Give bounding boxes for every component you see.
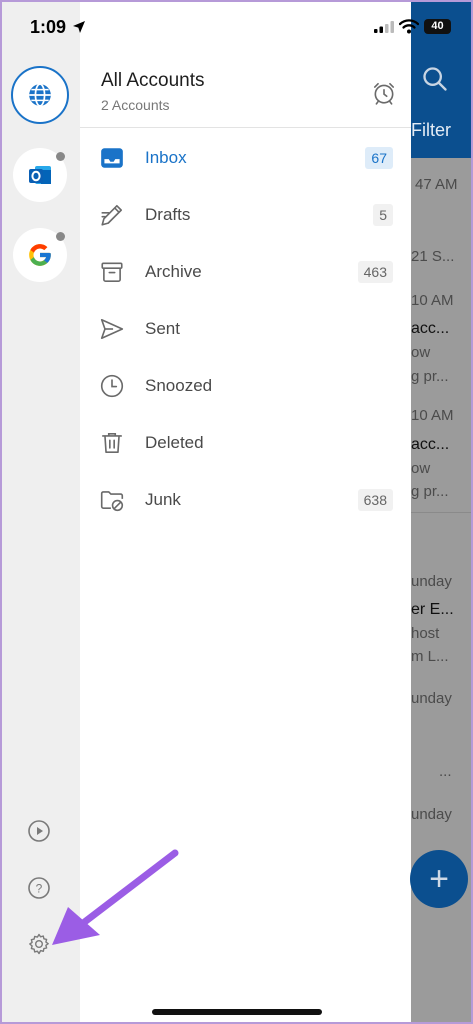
mail-time: 10 AM	[411, 407, 454, 424]
mail-subject: acc...	[411, 436, 450, 453]
mail-snippet: 21 S...	[411, 248, 455, 265]
clock-icon	[100, 374, 124, 398]
filter-button[interactable]: Filter	[411, 120, 451, 141]
home-indicator	[152, 1009, 322, 1015]
mail-snippet: ow	[411, 344, 431, 361]
mail-time: 47 AM	[415, 176, 458, 193]
archive-icon	[101, 262, 123, 283]
search-icon[interactable]	[421, 65, 449, 93]
folder-label: Drafts	[145, 204, 191, 224]
wifi-icon	[399, 19, 419, 34]
folder-inbox[interactable]: Inbox 67	[80, 129, 411, 186]
location-arrow-icon	[73, 21, 85, 33]
drawer-title: All Accounts	[101, 70, 205, 91]
mail-divider	[411, 512, 473, 513]
unread-dot	[56, 152, 65, 161]
play-icon[interactable]	[27, 819, 51, 843]
folder-label: Junk	[145, 489, 181, 509]
mail-date: unday	[411, 690, 452, 707]
pencil-icon	[101, 204, 123, 226]
drawer-subtitle: 2 Accounts	[101, 97, 170, 113]
folder-snoozed[interactable]: Snoozed	[80, 357, 411, 414]
mail-date: unday	[411, 806, 452, 823]
folder-count: 463	[357, 260, 393, 283]
status-bar: 1:09	[0, 0, 419, 52]
folder-label: Inbox	[145, 147, 187, 167]
folder-label: Archive	[145, 261, 202, 281]
mail-snippet: ow	[411, 460, 431, 477]
mail-date: unday	[411, 573, 452, 590]
mail-snippet: m L...	[411, 648, 449, 665]
folder-sent[interactable]: Sent	[80, 300, 411, 357]
folder-label: Deleted	[145, 432, 204, 452]
unread-dot	[56, 232, 65, 241]
folder-label: Snoozed	[145, 375, 213, 395]
outlook-account-button[interactable]	[13, 148, 67, 202]
mail-subject: er E...	[411, 601, 454, 618]
mail-subject: acc...	[411, 320, 450, 337]
annotation-arrow	[52, 849, 179, 945]
inbox-icon	[101, 148, 123, 168]
trash-icon	[101, 432, 123, 454]
battery-indicator: 40	[424, 19, 451, 34]
folder-count: 5	[373, 203, 393, 226]
folder-count: 638	[357, 488, 393, 511]
folder-drafts[interactable]: Drafts 5	[80, 186, 411, 243]
folder-junk[interactable]: Junk 638	[80, 471, 411, 528]
mail-snippet: g pr...	[411, 368, 449, 385]
outlook-icon	[29, 166, 51, 184]
mail-time: 10 AM	[411, 292, 454, 309]
folder-archive[interactable]: Archive 463	[80, 243, 411, 300]
all-accounts-button[interactable]	[11, 66, 69, 124]
folder-label: Sent	[145, 318, 180, 338]
mail-more: ...	[439, 763, 452, 780]
compose-button[interactable]: +	[410, 850, 468, 908]
folder-deleted[interactable]: Deleted	[80, 414, 411, 471]
alarm-icon[interactable]	[371, 80, 397, 106]
globe-icon	[29, 83, 51, 107]
google-icon	[29, 244, 51, 266]
drawer-divider	[80, 127, 411, 128]
status-time: 1:09	[30, 17, 67, 37]
google-account-button[interactable]	[13, 228, 67, 282]
mail-snippet: host	[411, 625, 440, 642]
folder-count: 67	[365, 146, 393, 169]
junk-folder-icon	[100, 491, 124, 512]
mail-snippet: g pr...	[411, 483, 449, 500]
send-icon	[100, 318, 124, 340]
signal-icon	[374, 21, 394, 33]
